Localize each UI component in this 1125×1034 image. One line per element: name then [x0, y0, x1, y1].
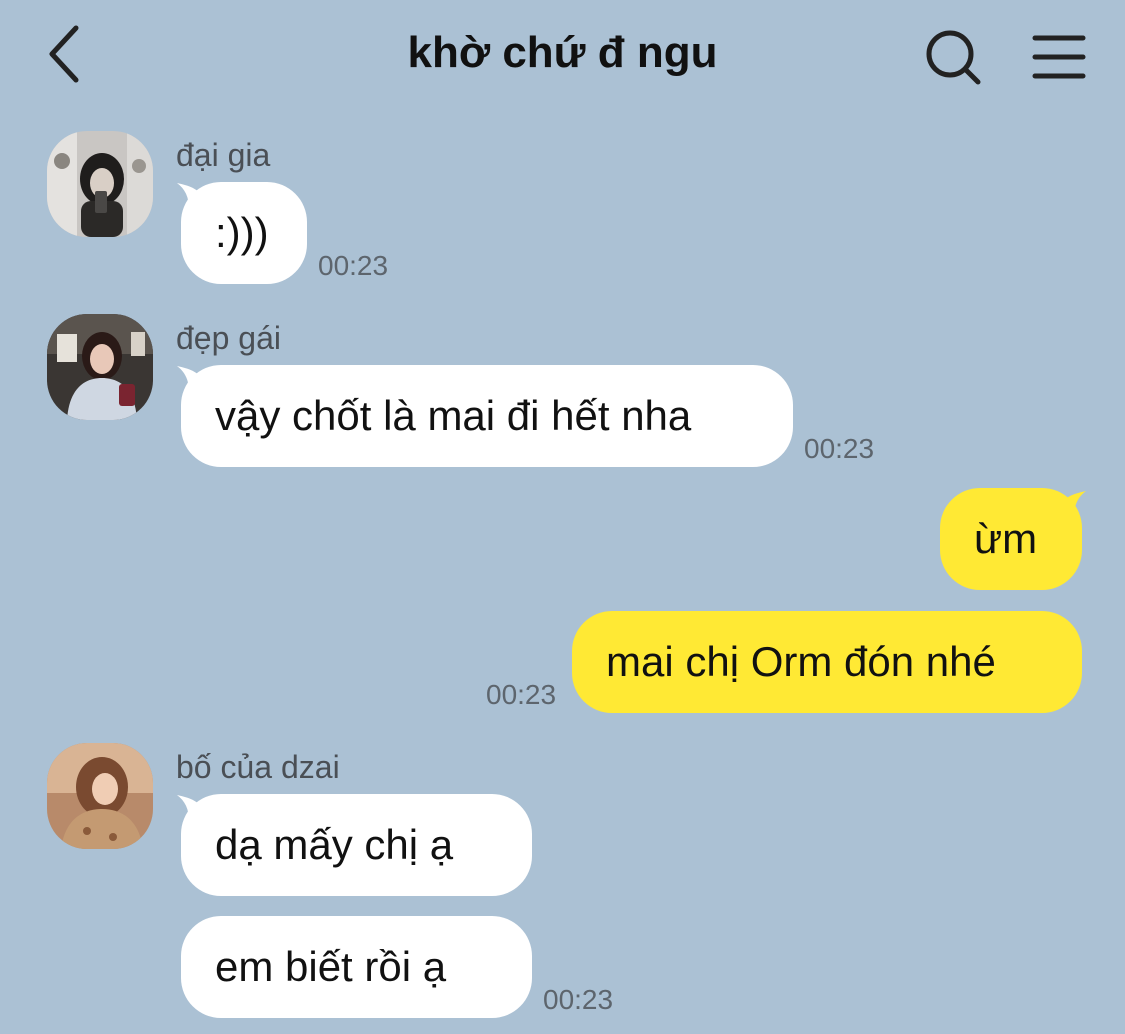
message-time: 00:23 — [543, 984, 614, 1015]
search-button[interactable] — [920, 24, 986, 90]
avatar[interactable] — [47, 314, 153, 420]
message-bubble[interactable]: mai chị Orm đón nhé — [572, 611, 1082, 713]
sender-name: bố của dzai — [176, 749, 340, 785]
message-time: 00:23 — [318, 250, 389, 281]
avatar-photo — [47, 743, 153, 849]
message-time: 00:23 — [804, 433, 875, 464]
search-icon — [926, 30, 981, 85]
menu-button[interactable] — [1030, 30, 1088, 84]
sender-name: đại gia — [176, 137, 271, 173]
message-bubble[interactable]: :))) — [181, 182, 307, 284]
avatar-photo — [47, 314, 153, 420]
message-time: 00:23 — [486, 679, 557, 710]
message-bubble[interactable]: ừm — [940, 488, 1082, 590]
hamburger-menu-icon — [1032, 35, 1086, 79]
message-bubble[interactable]: vậy chốt là mai đi hết nha — [181, 365, 793, 467]
sender-name: đẹp gái — [176, 320, 281, 356]
avatar[interactable] — [47, 131, 153, 237]
message-bubble[interactable]: dạ mấy chị ạ — [181, 794, 532, 896]
chat-header: khờ chứ đ ngu — [0, 0, 1125, 115]
avatar[interactable] — [47, 743, 153, 849]
avatar-photo — [47, 131, 153, 237]
message-bubble[interactable]: em biết rồi ạ — [181, 916, 532, 1018]
